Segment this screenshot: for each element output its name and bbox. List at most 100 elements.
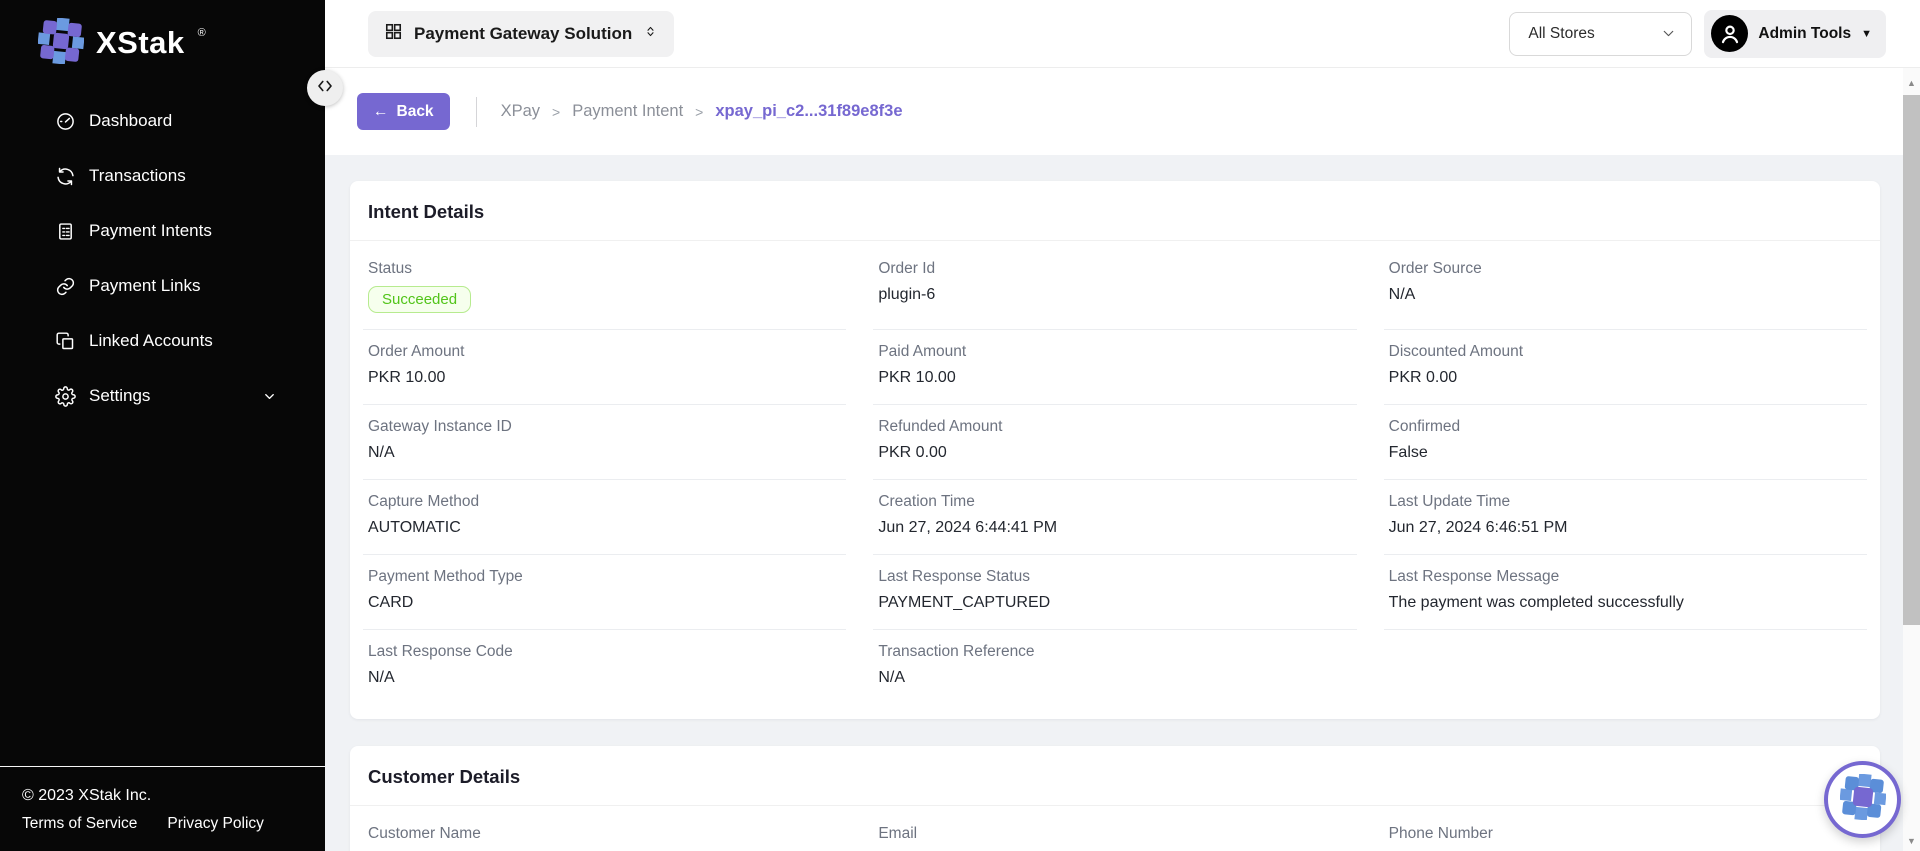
sidebar-item-payment-links[interactable]: Payment Links: [0, 263, 325, 309]
sidebar-item-label: Transactions: [89, 166, 186, 186]
field-value: CARD: [368, 594, 841, 612]
field-label: Last Response Message: [1389, 568, 1862, 586]
field-value: Jun 27, 2024 6:46:51 PM: [1389, 519, 1862, 537]
top-header: Payment Gateway Solution All Stores Adm: [325, 0, 1920, 68]
settings-icon: [55, 386, 76, 407]
field-label: Email: [878, 825, 1351, 843]
brand-name: XStak: [96, 25, 185, 61]
field-value: N/A: [368, 444, 841, 462]
sidebar-item-linked-accounts[interactable]: Linked Accounts: [0, 318, 325, 364]
store-select[interactable]: All Stores: [1509, 12, 1692, 56]
transactions-icon: [55, 166, 76, 187]
field-cell: Last Response MessageThe payment was com…: [1384, 555, 1867, 630]
avatar: [1711, 15, 1748, 52]
breadcrumb-current[interactable]: xpay_pi_c2...31f89e8f3e: [715, 102, 902, 121]
sidebar-item-label: Payment Intents: [89, 221, 212, 241]
intent-details-card: Intent Details Status Succeeded Order Id pl…: [350, 181, 1880, 719]
sidebar-footer: © 2023 XStak Inc. Terms of Service Privac…: [0, 766, 325, 851]
back-button-label: Back: [397, 103, 434, 121]
field-label: Creation Time: [878, 493, 1351, 511]
product-switcher-button[interactable]: Payment Gateway Solution: [368, 11, 674, 57]
copyright-text: © 2023 XStak Inc.: [22, 787, 325, 805]
field-value: PKR 0.00: [1389, 369, 1862, 387]
field-label: Customer Name: [368, 825, 841, 843]
xstak-floating-button[interactable]: [1824, 761, 1901, 838]
brand-registered-mark: ®: [198, 27, 206, 39]
scrollbar-down-icon[interactable]: ▼: [1903, 832, 1920, 849]
field-cell: Phone Number03143280000: [1384, 812, 1867, 851]
field-value: N/A: [878, 669, 1351, 687]
field-value: PAYMENT_CAPTURED: [878, 594, 1351, 612]
field-label: Confirmed: [1389, 418, 1862, 436]
field-value: PKR 0.00: [878, 444, 1351, 462]
field-label: Paid Amount: [878, 343, 1351, 361]
field-label: Last Response Status: [878, 568, 1351, 586]
xstak-logo-icon: [38, 18, 84, 69]
field-cell: Transaction ReferenceN/A: [873, 630, 1356, 705]
field-cell: Order SourceN/A: [1384, 247, 1867, 330]
select-updown-icon: [643, 24, 658, 44]
field-cell: Payment Method Type CARD: [363, 555, 846, 630]
field-cell: Confirmed False: [1384, 405, 1867, 480]
field-label: Phone Number: [1389, 825, 1862, 843]
sidebar-nav: Dashboard Transactions Payment Intents Paym…: [0, 98, 325, 428]
sidebar-collapse-toggle[interactable]: [307, 70, 343, 106]
breadcrumb-divider: [476, 97, 477, 127]
sidebar-item-payment-intents[interactable]: Payment Intents: [0, 208, 325, 254]
field-cell: Order AmountPKR 10.00: [363, 330, 846, 405]
vertical-scrollbar[interactable]: ▲ ▼: [1903, 68, 1920, 851]
field-label: Last Update Time: [1389, 493, 1862, 511]
field-value: False: [1389, 444, 1862, 462]
store-select-value: All Stores: [1528, 25, 1594, 43]
intent-details-title: Intent Details: [350, 181, 1880, 240]
back-button[interactable]: ← Back: [357, 93, 450, 130]
content-area: Intent Details Status Succeeded Order Id pl…: [325, 155, 1920, 851]
field-label: Discounted Amount: [1389, 343, 1862, 361]
breadcrumb-separator: >: [552, 104, 560, 120]
field-cell: Last Response CodeN/A: [363, 630, 846, 705]
field-cell: Refunded Amount PKR 0.00: [873, 405, 1356, 480]
admin-tools-menu[interactable]: Admin Tools ▼: [1704, 10, 1886, 58]
breadcrumb-separator: >: [695, 104, 703, 120]
field-cell: Last Update Time Jun 27, 2024 6:46:51 PM: [1384, 480, 1867, 555]
field-value: N/A: [1389, 286, 1862, 304]
field-cell: Paid Amount PKR 10.00: [873, 330, 1356, 405]
sidebar: XStak ® Dashboard Transactions Payment Int…: [0, 0, 325, 851]
customer-details-grid: Customer NameAli razaEmailusmanghafoor62…: [350, 806, 1880, 851]
field-label: Payment Method Type: [368, 568, 841, 586]
customer-details-card: Customer Details Customer NameAli razaEm…: [350, 746, 1880, 851]
chevron-down-icon: [262, 389, 277, 404]
field-label: Capture Method: [368, 493, 841, 511]
sidebar-item-label: Linked Accounts: [89, 331, 213, 351]
status-badge: Succeeded: [368, 286, 471, 313]
breadcrumb-link[interactable]: Payment Intent: [572, 102, 683, 121]
footer-link-terms-of-service[interactable]: Terms of Service: [22, 815, 137, 833]
field-label: Status: [368, 260, 841, 278]
sidebar-item-label: Dashboard: [89, 111, 172, 131]
breadcrumb-link[interactable]: XPay: [501, 102, 540, 121]
chevron-down-icon: [1660, 25, 1677, 42]
field-label: Refunded Amount: [878, 418, 1351, 436]
sidebar-item-transactions[interactable]: Transactions: [0, 153, 325, 199]
field-value: PKR 10.00: [878, 369, 1351, 387]
field-cell: Gateway Instance ID N/A: [363, 405, 846, 480]
dashboard-icon: [55, 111, 76, 132]
footer-link-privacy-policy[interactable]: Privacy Policy: [167, 815, 263, 833]
scrollbar-up-icon[interactable]: ▲: [1903, 74, 1920, 91]
field-value: Jun 27, 2024 6:44:41 PM: [878, 519, 1351, 537]
field-label: Gateway Instance ID: [368, 418, 841, 436]
header-right-controls: All Stores Admin Tools ▼: [1509, 10, 1886, 58]
customer-details-title: Customer Details: [350, 746, 1880, 805]
intent-details-grid: Status Succeeded Order Id plugin-6 Order Sou…: [350, 241, 1880, 719]
sidebar-item-settings[interactable]: Settings: [0, 373, 325, 419]
collapse-chevrons-icon: [316, 77, 334, 100]
admin-tools-label: Admin Tools: [1758, 25, 1851, 43]
sidebar-item-dashboard[interactable]: Dashboard: [0, 98, 325, 144]
brand-logo: XStak ®: [0, 0, 325, 72]
xstak-logo-icon: [1840, 774, 1886, 825]
field-cell: Creation Time Jun 27, 2024 6:44:41 PM: [873, 480, 1356, 555]
field-label: Order Id: [878, 260, 1351, 278]
scrollbar-thumb[interactable]: [1903, 95, 1920, 625]
field-label: Order Amount: [368, 343, 841, 361]
field-value: plugin-6: [878, 286, 1351, 304]
